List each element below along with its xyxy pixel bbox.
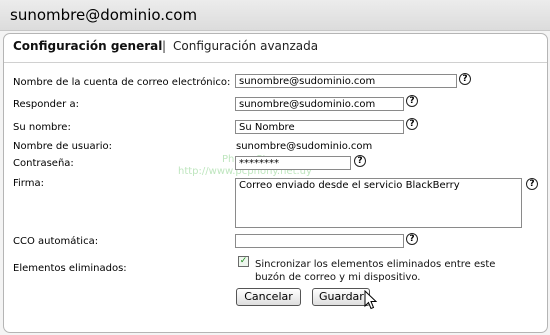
- tab-general-settings[interactable]: Configuración general: [13, 39, 162, 53]
- password-input[interactable]: [235, 156, 351, 170]
- reply-to-label: Responder a:: [13, 99, 79, 110]
- help-icon[interactable]: ?: [526, 178, 538, 190]
- auto-bcc-input[interactable]: [235, 234, 404, 248]
- your-name-label: Su nombre:: [13, 122, 71, 133]
- tab-bar: Configuración general | Configuración av…: [4, 34, 547, 63]
- save-button[interactable]: Guardar: [312, 288, 370, 306]
- sync-deleted-text: Sincronizar los elementos eliminados ent…: [255, 259, 496, 283]
- account-name-label: Nombre de la cuenta de correo electrónic…: [13, 77, 231, 88]
- title-bar: sunombre@dominio.com: [0, 0, 550, 31]
- signature-textarea[interactable]: Correo enviado desde el servicio BlackBe…: [235, 178, 522, 228]
- auto-bcc-label: CCO automática:: [13, 236, 99, 247]
- help-icon[interactable]: ?: [406, 118, 418, 130]
- password-label: Contraseña:: [13, 158, 74, 169]
- sync-deleted-checkbox[interactable]: ✓: [238, 256, 249, 267]
- mouse-cursor-icon: [364, 290, 378, 310]
- account-name-input[interactable]: [235, 74, 457, 88]
- username-value: sunombre@sudominio.com: [236, 141, 373, 152]
- tab-separator: |: [162, 39, 167, 53]
- cancel-button[interactable]: Cancelar: [236, 288, 301, 306]
- your-name-input[interactable]: [235, 120, 404, 134]
- help-icon[interactable]: ?: [406, 95, 418, 107]
- account-title: sunombre@dominio.com: [10, 6, 198, 24]
- tab-advanced-settings[interactable]: Configuración avanzada: [173, 39, 318, 53]
- signature-label: Firma:: [13, 178, 44, 189]
- help-icon[interactable]: ?: [406, 233, 418, 245]
- help-icon[interactable]: ?: [459, 73, 471, 85]
- reply-to-input[interactable]: [235, 97, 404, 111]
- username-label: Nombre de usuario:: [13, 141, 112, 152]
- help-icon[interactable]: ?: [354, 155, 366, 167]
- deleted-items-label: Elementos eliminados:: [13, 263, 127, 274]
